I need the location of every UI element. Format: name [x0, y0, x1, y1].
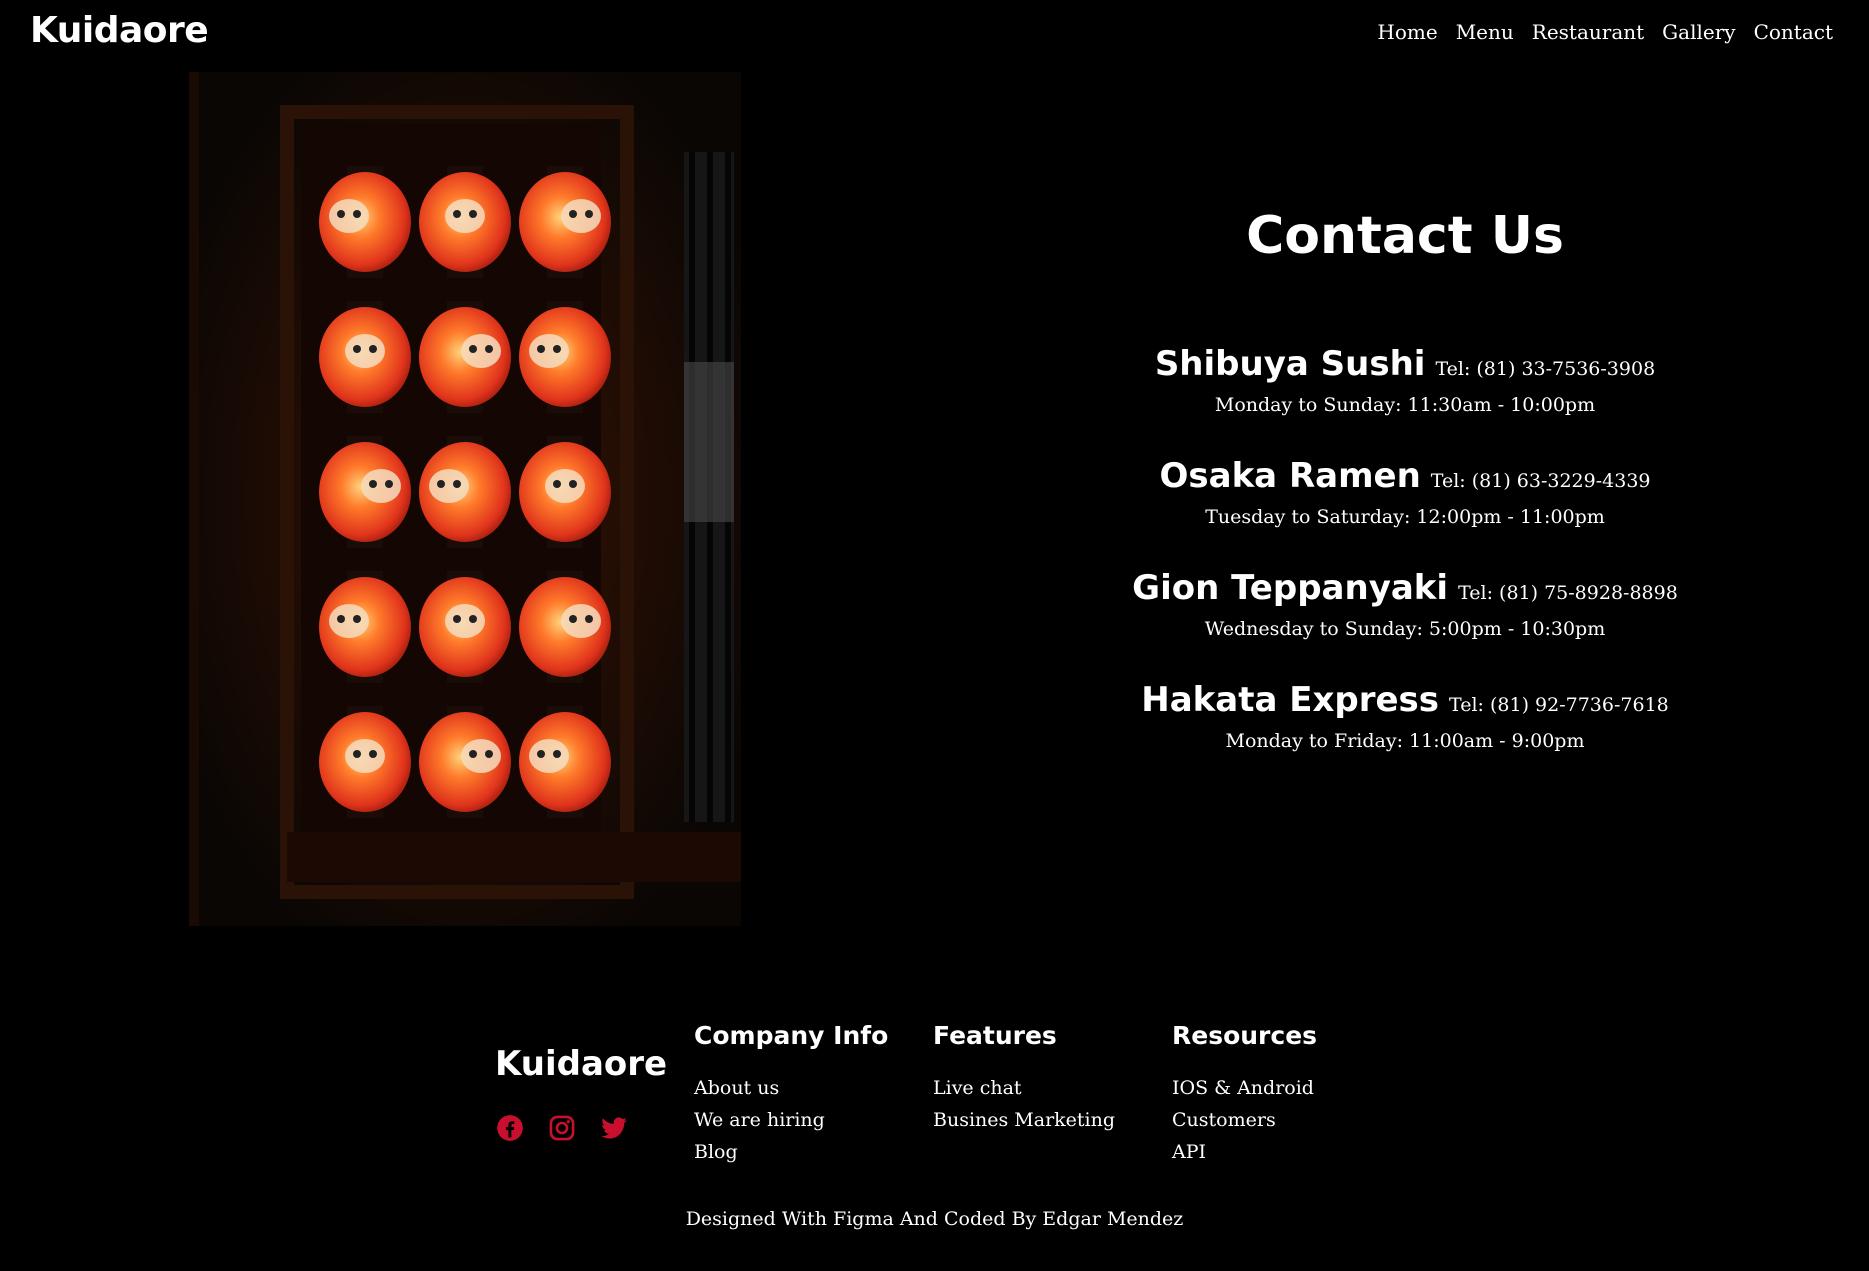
footer-link-blog[interactable]: Blog: [694, 1136, 888, 1168]
footer-link-ios-android[interactable]: IOS & Android: [1172, 1072, 1317, 1104]
location-item: Hakata Express Tel: (81) 92-7736-7618 Mo…: [1100, 680, 1710, 792]
nav-contact[interactable]: Contact: [1754, 20, 1833, 44]
site-logo[interactable]: Kuidaore: [30, 10, 209, 51]
footer-col-title: Company Info: [694, 1021, 889, 1050]
location-hours: Wednesday to Sunday: 5:00pm - 10:30pm: [1204, 618, 1606, 640]
location-hours: Tuesday to Saturday: 12:00pm - 11:00pm: [1205, 506, 1605, 528]
location-item: Osaka Ramen Tel: (81) 63-3229-4339 Tuesd…: [1100, 456, 1710, 568]
main-nav: Home Menu Restaurant Gallery Contact: [1377, 20, 1833, 44]
location-hours: Monday to Friday: 11:00am - 9:00pm: [1225, 730, 1585, 752]
footer-link-hiring[interactable]: We are hiring: [694, 1104, 888, 1136]
contact-section: Contact Us Shibuya Sushi Tel: (81) 33-75…: [1100, 200, 1710, 792]
nav-gallery[interactable]: Gallery: [1662, 20, 1735, 44]
location-phone[interactable]: Tel: (81) 63-3229-4339: [1431, 470, 1651, 492]
lantern-illustration: [189, 72, 741, 926]
footer-col-title: Features: [933, 1021, 1057, 1050]
twitter-icon[interactable]: [600, 1114, 628, 1142]
location-hours: Monday to Sunday: 11:30am - 10:00pm: [1214, 394, 1596, 416]
footer-link-customers[interactable]: Customers: [1172, 1104, 1317, 1136]
nav-home[interactable]: Home: [1377, 20, 1437, 44]
footer-link-live-chat[interactable]: Live chat: [933, 1072, 1115, 1104]
location-name: Osaka Ramen: [1159, 456, 1421, 496]
location-name: Hakata Express: [1141, 680, 1440, 720]
lantern-grid: [319, 166, 611, 818]
footer-logo[interactable]: Kuidaore: [495, 1044, 667, 1084]
footer-credit: Designed With Figma And Coded By Edgar M…: [685, 1208, 1184, 1230]
facebook-icon[interactable]: [496, 1114, 524, 1142]
location-item: Shibuya Sushi Tel: (81) 33-7536-3908 Mon…: [1100, 344, 1710, 456]
contact-title: Contact Us: [1246, 206, 1564, 266]
footer-link-about[interactable]: About us: [694, 1072, 888, 1104]
footer-link-api[interactable]: API: [1172, 1136, 1317, 1168]
footer-col-resources: Resources IOS & Android Customers API: [1172, 1018, 1317, 1168]
social-links: [496, 1114, 628, 1142]
instagram-icon[interactable]: [548, 1114, 576, 1142]
lantern-photo: [189, 72, 741, 926]
location-name: Shibuya Sushi: [1154, 344, 1426, 384]
location-item: Gion Teppanyaki Tel: (81) 75-8928-8898 W…: [1100, 568, 1710, 680]
location-phone[interactable]: Tel: (81) 75-8928-8898: [1458, 582, 1678, 604]
location-name: Gion Teppanyaki: [1132, 568, 1449, 608]
footer-col-company: Company Info About us We are hiring Blog: [694, 1018, 888, 1168]
location-phone[interactable]: Tel: (81) 92-7736-7618: [1449, 694, 1669, 716]
nav-restaurant[interactable]: Restaurant: [1532, 20, 1644, 44]
nav-menu[interactable]: Menu: [1456, 20, 1514, 44]
location-list: Shibuya Sushi Tel: (81) 33-7536-3908 Mon…: [1100, 344, 1710, 792]
footer-col-title: Resources: [1172, 1021, 1318, 1050]
page: Kuidaore Home Menu Restaurant Gallery Co…: [0, 0, 1869, 1271]
footer-col-features: Features Live chat Busines Marketing: [933, 1018, 1115, 1136]
location-phone[interactable]: Tel: (81) 33-7536-3908: [1435, 358, 1655, 380]
footer-link-marketing[interactable]: Busines Marketing: [933, 1104, 1115, 1136]
